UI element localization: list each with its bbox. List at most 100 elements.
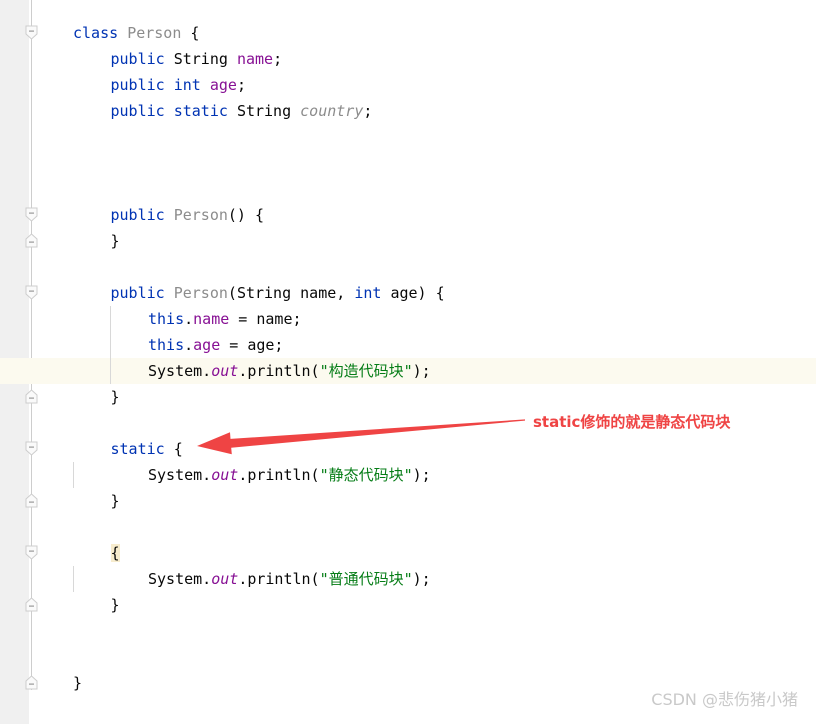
code-line[interactable]: System.out.println("静态代码块"); [0,462,816,488]
code-line[interactable]: static { [0,436,816,462]
code-token: name [193,310,230,328]
watermark: CSDN @悲伤猪小猪 [651,690,798,709]
fold-collapse-icon[interactable] [25,25,38,40]
code-token: .println( [238,570,320,588]
code-token: ( [227,284,237,302]
code-line-text: } [111,384,120,410]
code-token: public [110,102,165,120]
code-line[interactable]: public String name; [0,46,816,72]
code-line[interactable]: class Person { [0,20,816,46]
code-token: ; [273,50,283,68]
code-token: .println( [238,466,320,484]
code-token: out [211,362,239,380]
code-token: public [110,284,165,302]
code-token: age [193,336,221,354]
fold-collapse-icon[interactable] [25,207,38,222]
code-token: name [236,50,274,68]
code-line[interactable]: public Person(String name, int age) { [0,280,816,306]
code-line[interactable]: { [0,540,816,566]
indent-guide [73,462,74,488]
code-token: out [211,466,239,484]
code-line-text: } [111,592,120,618]
code-line[interactable]: System.out.println("普通代码块"); [0,566,816,592]
code-line-text: public Person() { [111,202,265,228]
code-line[interactable]: this.age = age; [0,332,816,358]
code-token: public [110,76,165,94]
fold-region-end-icon[interactable] [25,389,38,404]
code-line-text: System.out.println("构造代码块"); [148,358,431,384]
code-token: name, [291,284,355,302]
code-line[interactable]: public static String country; [0,98,816,124]
code-line[interactable] [0,644,816,670]
code-line-text: this.age = age; [148,332,283,358]
code-line[interactable] [0,150,816,176]
code-line-text: this.name = name; [148,306,302,332]
code-line-text: System.out.println("普通代码块"); [148,566,431,592]
code-line[interactable]: } [0,488,816,514]
code-line-text: public int age; [111,72,246,98]
code-line-text: public Person(String name, int age) { [111,280,445,306]
fold-collapse-icon[interactable] [25,441,38,456]
code-line[interactable] [0,176,816,202]
code-token: static [173,102,228,120]
fold-collapse-icon[interactable] [25,545,38,560]
code-token: = name; [229,310,302,328]
fold-collapse-icon[interactable] [25,285,38,300]
code-line-text: static { [111,436,183,462]
fold-region-end-icon[interactable] [25,233,38,248]
indent-guide [73,566,74,592]
code-line-text: } [111,488,120,514]
code-token: } [73,674,83,692]
code-line[interactable]: System.out.println("构造代码块"); [0,358,816,384]
code-token: String [236,102,292,120]
code-line-text: public static String country; [111,98,373,124]
code-token: ); [412,362,431,380]
code-token: age [209,76,237,94]
code-token: . [184,310,194,328]
code-line[interactable] [0,618,816,644]
code-token: this [148,310,185,328]
fold-region-end-icon[interactable] [25,597,38,612]
code-line[interactable] [0,514,816,540]
code-editor[interactable]: class Person {public String name; public … [0,0,816,724]
code-token: } [110,232,120,250]
code-token: System. [148,570,212,588]
code-token: String [173,50,228,68]
code-token: = age; [220,336,284,354]
code-token: } [110,492,120,510]
code-line[interactable] [0,124,816,150]
code-token: int [354,284,382,302]
code-token: Person [173,206,228,224]
code-token: public [110,206,165,224]
fold-region-end-icon[interactable] [25,493,38,508]
code-token: String [236,284,292,302]
code-line-text: class Person { [73,20,199,46]
code-line[interactable]: this.name = name; [0,306,816,332]
code-line[interactable]: } [0,228,816,254]
code-token: { [110,544,120,562]
code-token: } [110,388,120,406]
indent-guide [110,306,111,384]
code-content[interactable]: class Person {public String name; public … [0,0,816,724]
code-token: out [211,570,239,588]
code-token: "普通代码块" [319,570,413,588]
code-line-text: public String name; [111,46,283,72]
code-line[interactable]: } [0,592,816,618]
code-token: } [110,596,120,614]
code-line[interactable] [0,254,816,280]
code-line-text: } [73,670,82,696]
code-line[interactable]: public Person() { [0,202,816,228]
code-line-text: { [110,540,120,566]
code-token: { [181,24,200,42]
code-line[interactable]: } [0,384,816,410]
code-line[interactable]: public int age; [0,72,816,98]
fold-region-end-icon[interactable] [25,675,38,690]
annotation-text: static修饰的就是静态代码块 [533,413,731,431]
code-token: System. [148,466,212,484]
